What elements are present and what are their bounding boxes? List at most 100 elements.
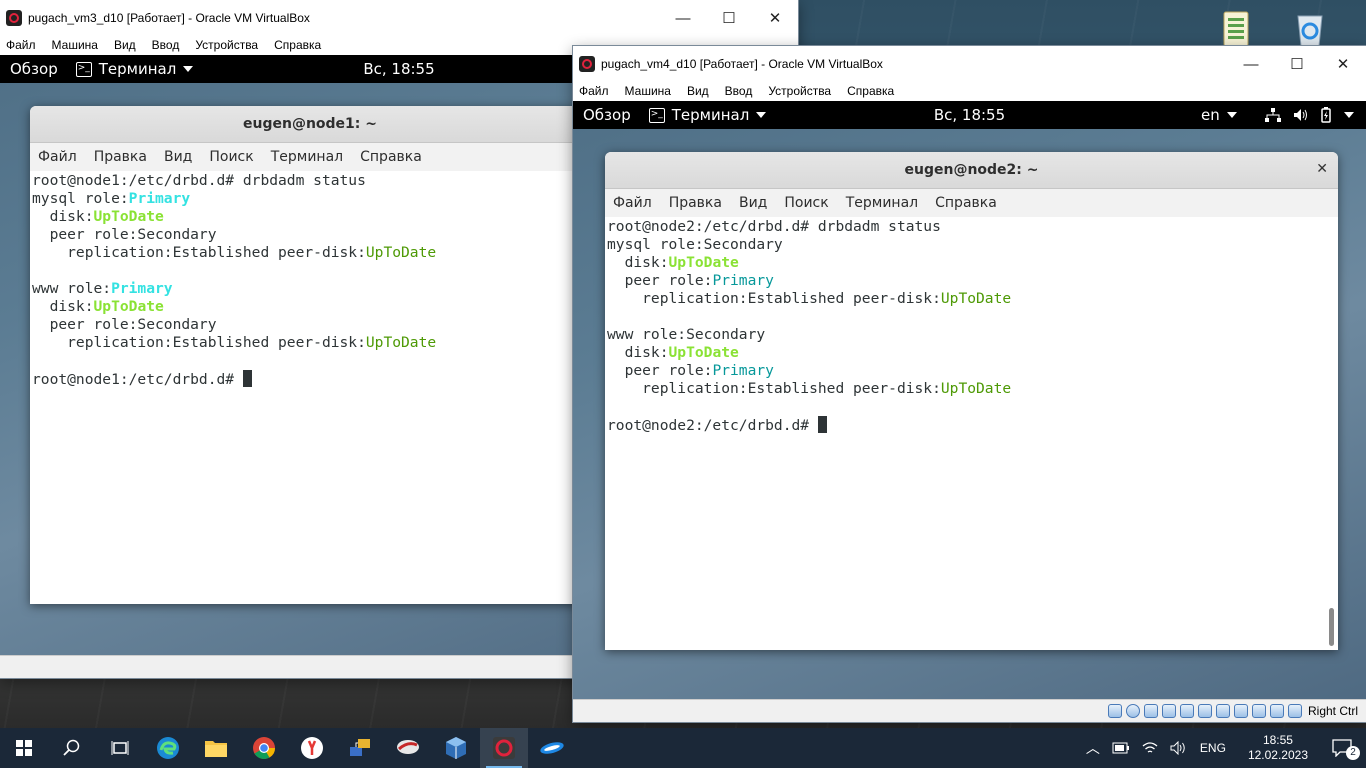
term-menu-edit[interactable]: Правка	[94, 149, 147, 165]
menu-devices[interactable]: Устройства	[768, 84, 831, 98]
chevron-down-icon	[1226, 112, 1237, 118]
taskbar-chrome[interactable]	[240, 728, 288, 768]
term-menu-terminal[interactable]: Терминал	[271, 149, 343, 165]
taskbar-app-blue[interactable]	[528, 728, 576, 768]
terminal-line: disk:UpToDate	[32, 298, 590, 316]
term-menu-search[interactable]: Поиск	[784, 195, 828, 211]
term-menu-file[interactable]: Файл	[38, 149, 77, 165]
taskbar-edge[interactable]	[144, 728, 192, 768]
app-menu-terminal[interactable]: >_ Терминал	[648, 106, 767, 124]
vm4-gnome-topbar: Обзор >_ Терминал Вс, 18:55 en	[573, 101, 1366, 129]
terminal-icon: >_	[648, 107, 665, 123]
task-view-button[interactable]	[96, 728, 144, 768]
terminal-output[interactable]: root@node1:/etc/drbd.d# drbdadm status my…	[30, 171, 590, 604]
vm3-titlebar[interactable]: pugach_vm3_d10 [Работает] - Oracle VM Vi…	[0, 0, 798, 36]
terminal-cursor	[242, 370, 252, 387]
taskbar-network-app[interactable]	[336, 728, 384, 768]
taskbar-yandex[interactable]	[288, 728, 336, 768]
hdd-status-icon[interactable]	[1107, 704, 1122, 718]
folder-icon	[205, 741, 227, 757]
menu-devices[interactable]: Устройства	[195, 38, 258, 52]
mouse-integration-icon[interactable]	[1269, 704, 1284, 718]
menu-view[interactable]: Вид	[114, 38, 136, 52]
usb-status-icon[interactable]	[1179, 704, 1194, 718]
minimize-button[interactable]: —	[660, 0, 706, 36]
vm4-terminal-window[interactable]: eugen@node2: ~ ✕ Файл Правка Вид Поиск Т…	[605, 152, 1338, 650]
minimize-button[interactable]: —	[1228, 46, 1274, 82]
menu-input[interactable]: Ввод	[725, 84, 753, 98]
audio-status-icon[interactable]	[1143, 704, 1158, 718]
terminal-line: peer role:Secondary	[32, 316, 590, 334]
menu-file[interactable]: Файл	[579, 84, 609, 98]
maximize-button[interactable]: ☐	[706, 0, 752, 36]
maximize-button[interactable]: ☐	[1274, 46, 1320, 82]
terminal-text: Primary	[712, 272, 774, 289]
network-status-icon[interactable]	[1161, 704, 1176, 718]
speaker-icon[interactable]	[1170, 741, 1188, 755]
term-menu-search[interactable]: Поиск	[209, 149, 253, 165]
terminal-text: mysql role:Secondary	[607, 236, 783, 253]
input-language-indicator[interactable]: ENG	[1200, 741, 1226, 755]
menu-machine[interactable]: Машина	[625, 84, 671, 98]
taskbar-vm-running[interactable]	[480, 728, 528, 768]
virtualbox-vm-icon	[6, 10, 22, 26]
terminal-scrollbar[interactable]	[1329, 608, 1334, 646]
menu-help[interactable]: Справка	[274, 38, 321, 52]
app-menu-terminal[interactable]: >_ Терминал	[75, 60, 194, 78]
chevron-down-icon	[183, 66, 194, 72]
activities-button[interactable]: Обзор	[10, 60, 58, 78]
vm3-terminal-window[interactable]: eugen@node1: ~ Файл Правка Вид Поиск Тер…	[30, 106, 590, 604]
close-button[interactable]: ✕	[752, 0, 798, 36]
search-button[interactable]	[48, 728, 96, 768]
shared-folders-icon[interactable]	[1197, 704, 1212, 718]
optical-status-icon[interactable]	[1125, 704, 1140, 718]
vm4-statusbar: Right Ctrl	[573, 699, 1366, 722]
term-menu-file[interactable]: Файл	[613, 195, 652, 211]
term-menu-terminal[interactable]: Терминал	[846, 195, 918, 211]
display-status-icon[interactable]	[1215, 704, 1230, 718]
terminal-text: peer role:Secondary	[32, 316, 217, 333]
menu-input[interactable]: Ввод	[152, 38, 180, 52]
term-menu-help[interactable]: Справка	[360, 149, 422, 165]
close-button[interactable]: ✕	[1320, 46, 1366, 82]
notification-center-button[interactable]: 2	[1328, 736, 1360, 760]
start-button[interactable]	[0, 728, 48, 768]
activities-button[interactable]: Обзор	[583, 106, 631, 124]
chevron-down-icon	[1344, 112, 1354, 118]
term-menu-view[interactable]: Вид	[164, 149, 192, 165]
notification-count-badge: 2	[1346, 746, 1360, 760]
menu-view[interactable]: Вид	[687, 84, 709, 98]
menu-machine[interactable]: Машина	[52, 38, 98, 52]
terminal-close-button[interactable]: ✕	[1316, 161, 1328, 177]
virtualbox-vm-icon	[579, 56, 595, 72]
terminal-headerbar[interactable]: eugen@node1: ~	[30, 106, 590, 143]
battery-icon[interactable]	[1112, 742, 1130, 754]
taskbar-clock[interactable]: 18:55 12.02.2023	[1248, 733, 1308, 763]
term-menu-edit[interactable]: Правка	[669, 195, 722, 211]
terminal-text: UpToDate	[940, 380, 1012, 397]
edge-icon	[157, 737, 179, 759]
menu-help[interactable]: Справка	[847, 84, 894, 98]
keyboard-layout-indicator[interactable]: en	[1201, 106, 1237, 124]
cpu-status-icon[interactable]	[1251, 704, 1266, 718]
recording-status-icon[interactable]	[1233, 704, 1248, 718]
terminal-text: Primary	[128, 190, 191, 207]
terminal-output[interactable]: root@node2:/etc/drbd.d# drbdadm status my…	[605, 217, 1338, 650]
taskbar-virtualbox[interactable]	[432, 728, 480, 768]
vm4-titlebar[interactable]: pugach_vm4_d10 [Работает] - Oracle VM Vi…	[573, 46, 1366, 82]
wifi-icon[interactable]	[1142, 741, 1158, 755]
menu-file[interactable]: Файл	[6, 38, 36, 52]
term-menu-help[interactable]: Справка	[935, 195, 997, 211]
term-menu-view[interactable]: Вид	[739, 195, 767, 211]
vm4-window[interactable]: pugach_vm4_d10 [Работает] - Oracle VM Vi…	[573, 46, 1366, 722]
taskbar-explorer[interactable]	[192, 728, 240, 768]
system-status-menu[interactable]	[1265, 107, 1354, 123]
taskbar-app-bird[interactable]	[384, 728, 432, 768]
chevron-up-icon[interactable]: ︿	[1086, 738, 1100, 758]
vm4-guest-screen[interactable]: Обзор >_ Терминал Вс, 18:55 en eugen@nod…	[573, 101, 1366, 700]
terminal-headerbar[interactable]: eugen@node2: ~ ✕	[605, 152, 1338, 189]
terminal-text: peer role:	[607, 272, 713, 289]
keyboard-capture-icon[interactable]	[1287, 704, 1302, 718]
